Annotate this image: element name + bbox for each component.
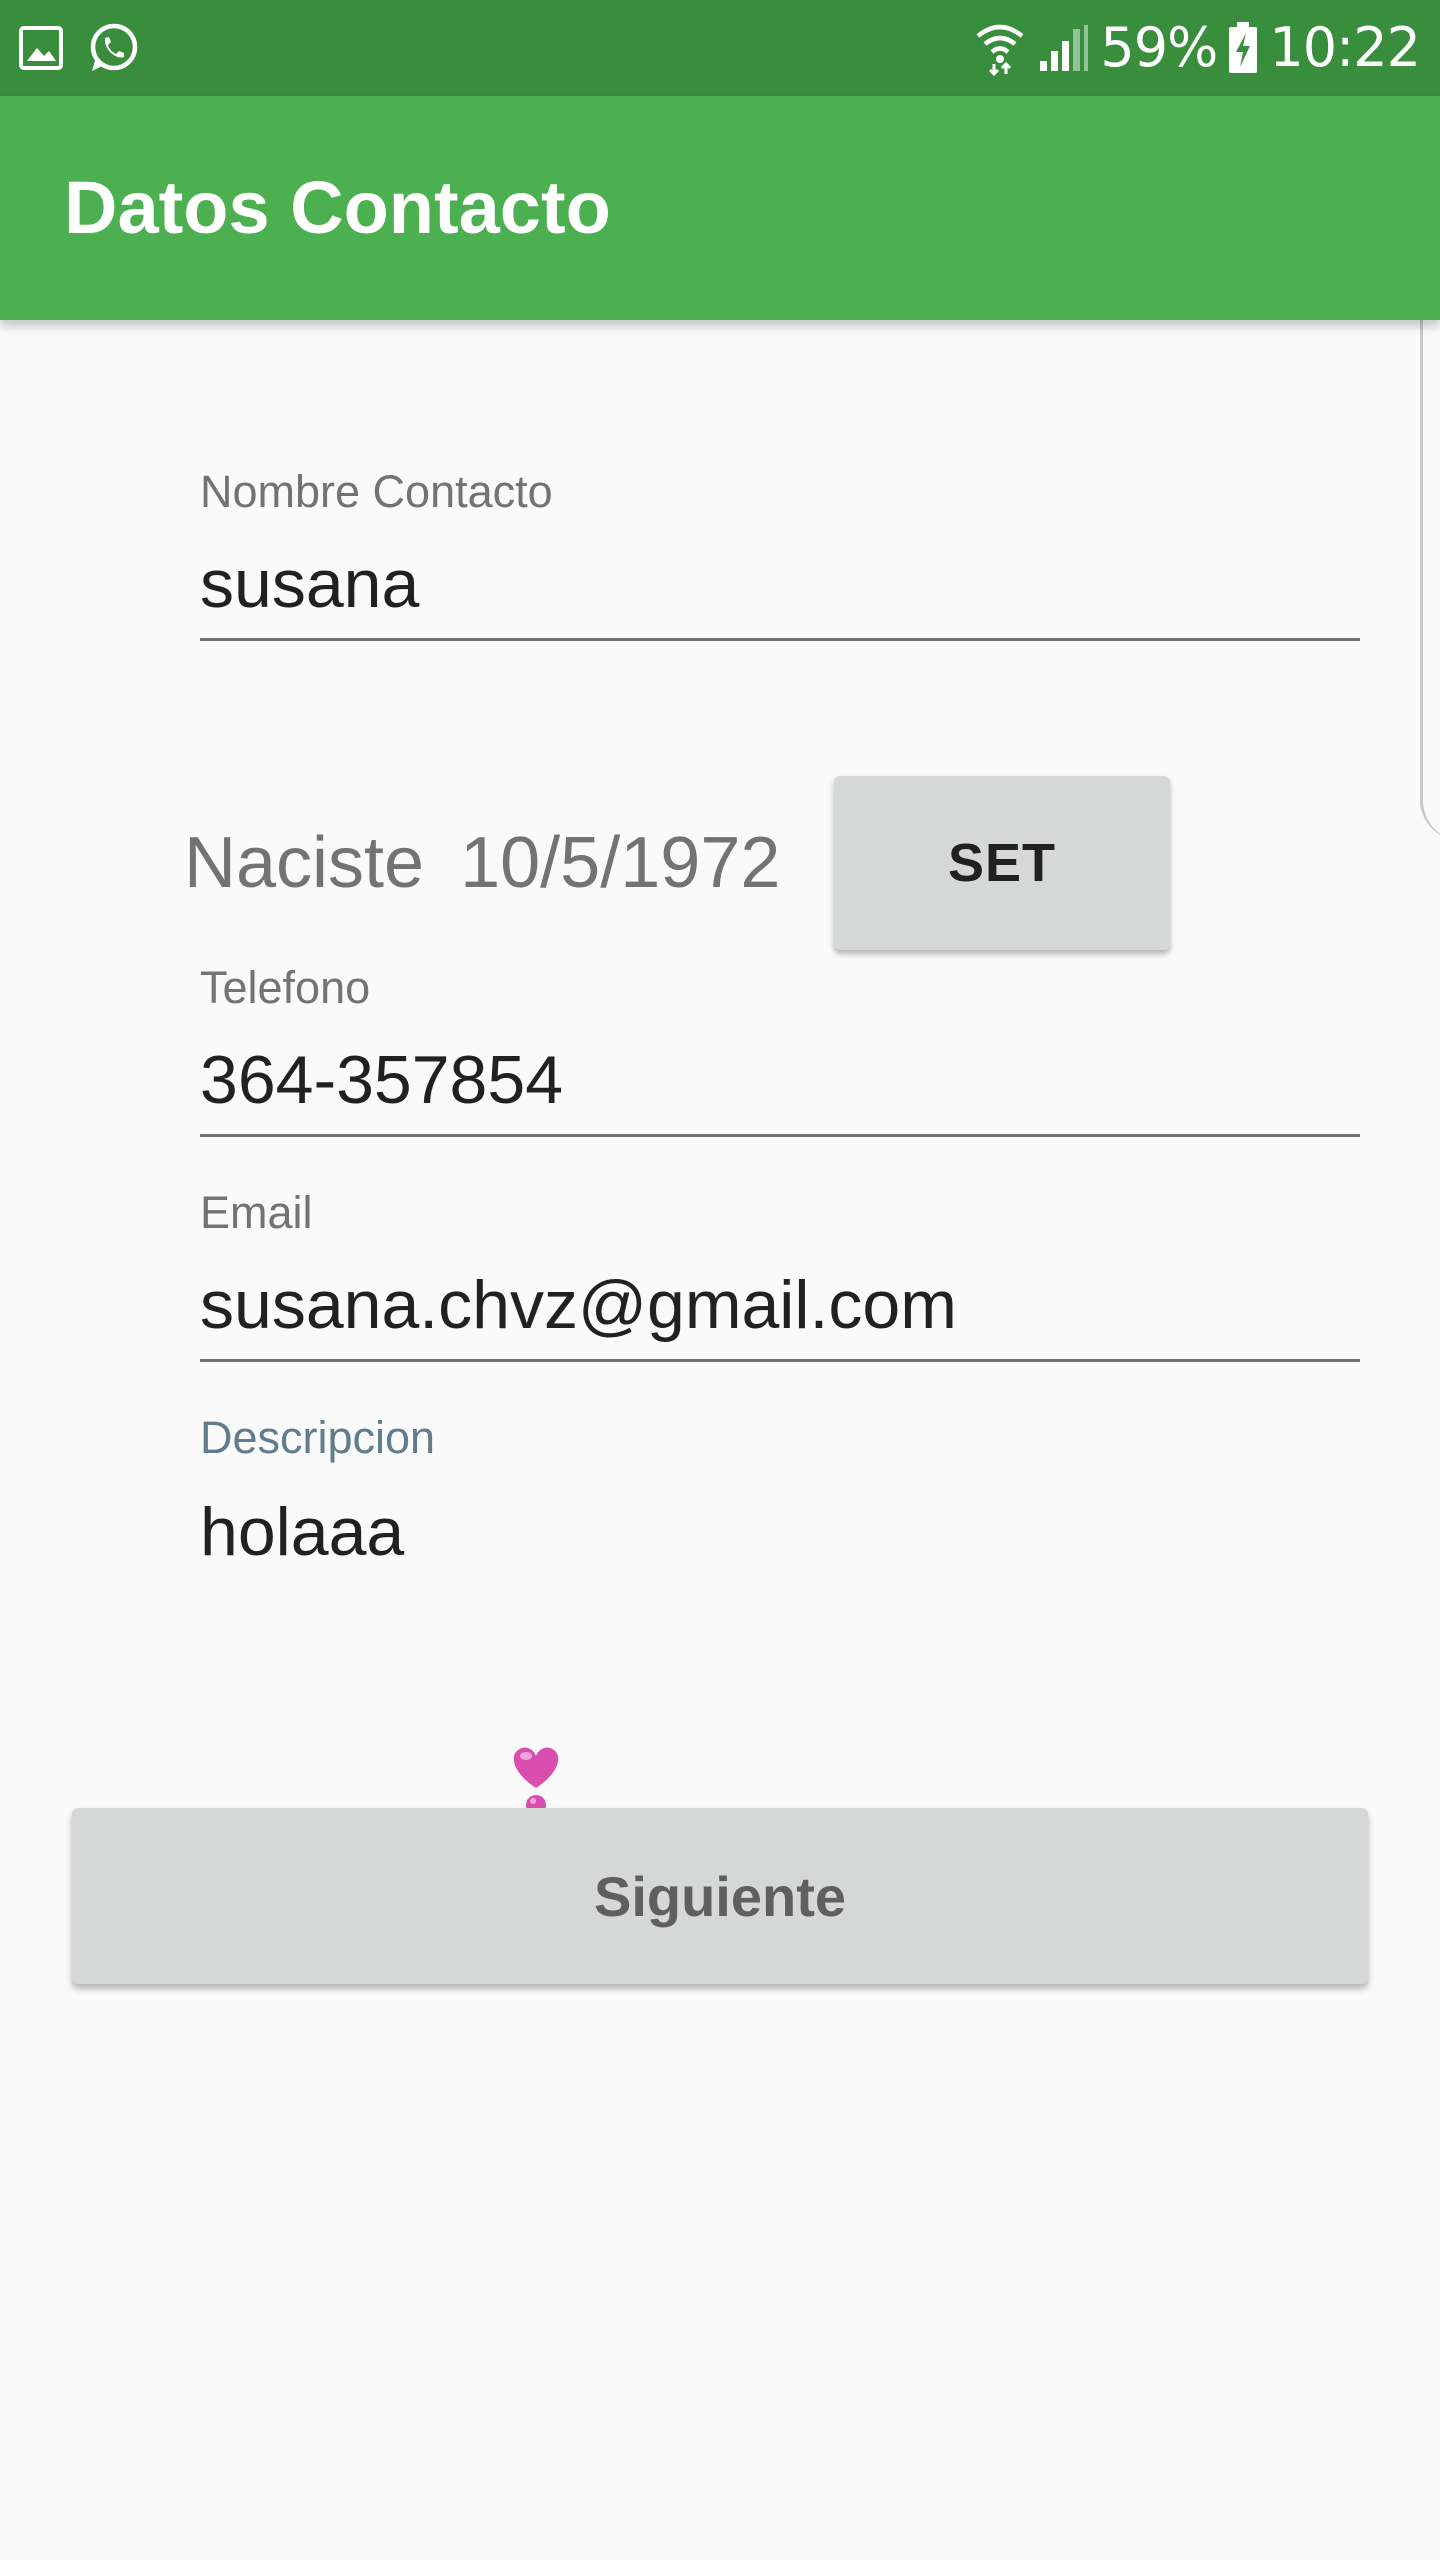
signal-icon bbox=[1036, 23, 1090, 73]
email-label: Email bbox=[200, 1187, 313, 1238]
nombre-contacto-underline bbox=[200, 638, 1360, 641]
descripcion-label: Descripcion bbox=[200, 1412, 436, 1463]
telefono-label: Telefono bbox=[200, 962, 371, 1013]
app-bar: Datos Contacto bbox=[0, 96, 1440, 320]
nombre-contacto-input[interactable]: susana bbox=[200, 542, 1360, 626]
birth-date-value: 10/5/1972 bbox=[460, 822, 781, 903]
whatsapp-icon bbox=[86, 21, 140, 75]
telefono-input[interactable]: 364-357854 bbox=[200, 1038, 1360, 1122]
clock: 10:22 bbox=[1269, 16, 1421, 79]
telefono-underline bbox=[200, 1134, 1360, 1137]
siguiente-button[interactable]: Siguiente bbox=[72, 1808, 1368, 1984]
email-underline bbox=[200, 1359, 1360, 1362]
status-bar: 59% 10:22 bbox=[0, 0, 1440, 96]
naciste-label: Naciste bbox=[184, 822, 425, 903]
battery-charging-icon bbox=[1227, 22, 1259, 74]
wifi-icon bbox=[974, 20, 1026, 76]
nombre-contacto-field[interactable]: Nombre Contacto susana bbox=[200, 466, 1360, 641]
email-field[interactable]: Email susana.chvz@gmail.com bbox=[200, 1187, 1360, 1362]
descripcion-line-1: holaaa bbox=[200, 1494, 405, 1570]
status-bar-left bbox=[18, 0, 140, 96]
battery-percent: 59% bbox=[1100, 16, 1218, 79]
email-input[interactable]: susana.chvz@gmail.com bbox=[200, 1263, 1360, 1347]
page-title: Datos Contacto bbox=[64, 166, 611, 249]
set-date-button[interactable]: SET bbox=[834, 776, 1170, 950]
telefono-field[interactable]: Telefono 364-357854 bbox=[200, 962, 1360, 1137]
birth-date-row: Naciste 10/5/1972 bbox=[184, 815, 780, 910]
gallery-icon bbox=[18, 25, 64, 71]
nombre-contacto-label: Nombre Contacto bbox=[200, 466, 553, 517]
status-bar-right: 59% 10:22 bbox=[974, 0, 1421, 96]
screen-edge-curve bbox=[1420, 250, 1440, 840]
